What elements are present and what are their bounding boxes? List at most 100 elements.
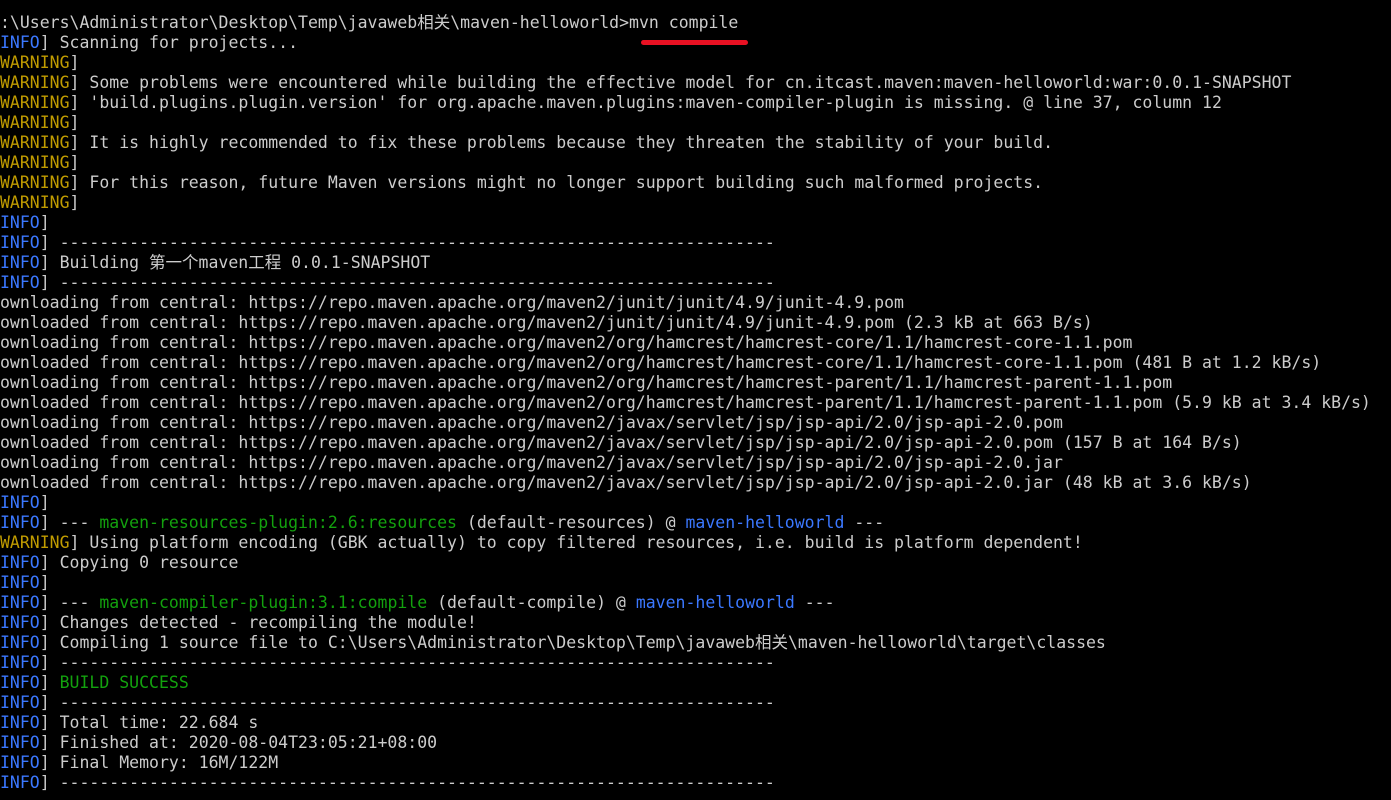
info-tag: INFO bbox=[0, 673, 40, 692]
line-text: --- bbox=[844, 513, 885, 532]
line-text: ] Using platform encoding (GBK actually)… bbox=[69, 533, 1083, 552]
terminal-line: INFO] bbox=[0, 573, 1391, 593]
terminal-line: ownloading from central: https://repo.ma… bbox=[0, 413, 1391, 433]
info-tag: INFO bbox=[0, 613, 40, 632]
warning-tag: WARNING bbox=[0, 533, 70, 552]
info-tag: INFO bbox=[0, 633, 40, 652]
line-text: ownloading from central: https://repo.ma… bbox=[0, 293, 904, 312]
terminal-line: ownloading from central: https://repo.ma… bbox=[0, 333, 1391, 353]
terminal-line: INFO] bbox=[0, 493, 1391, 513]
terminal-line: ownloaded from central: https://repo.mav… bbox=[0, 473, 1391, 493]
terminal-line: INFO] Finished at: 2020-08-04T23:05:21+0… bbox=[0, 733, 1391, 753]
terminal-line: INFO] Copying 0 resource bbox=[0, 553, 1391, 573]
warning-tag: WARNING bbox=[0, 113, 70, 132]
line-text: ownloaded from central: https://repo.mav… bbox=[0, 353, 1322, 372]
line-text: ] Compiling 1 source file to C:\Users\Ad… bbox=[39, 633, 1106, 652]
project-name-text: maven-helloworld bbox=[635, 593, 795, 612]
line-text: ownloading from central: https://repo.ma… bbox=[0, 413, 1063, 432]
terminal-line: INFO] ----------------------------------… bbox=[0, 693, 1391, 713]
info-tag: INFO bbox=[0, 573, 40, 592]
line-text: ] --- bbox=[39, 513, 100, 532]
terminal-line: WARNING] bbox=[0, 193, 1391, 213]
terminal-line: WARNING] Some problems were encountered … bbox=[0, 73, 1391, 93]
warning-tag: WARNING bbox=[0, 73, 70, 92]
terminal-line: ownloaded from central: https://repo.mav… bbox=[0, 313, 1391, 333]
line-text: ownloading from central: https://repo.ma… bbox=[0, 333, 1133, 352]
highlight-green-text: BUILD SUCCESS bbox=[59, 673, 189, 692]
line-text: ownloaded from central: https://repo.mav… bbox=[0, 473, 1252, 492]
line-text: ] It is highly recommended to fix these … bbox=[69, 133, 1053, 152]
line-text: ] --------------------------------------… bbox=[39, 233, 775, 252]
info-tag: INFO bbox=[0, 213, 40, 232]
info-tag: INFO bbox=[0, 273, 40, 292]
terminal-line: INFO] Compiling 1 source file to C:\User… bbox=[0, 633, 1391, 653]
info-tag: INFO bbox=[0, 513, 40, 532]
warning-tag: WARNING bbox=[0, 93, 70, 112]
line-text: ] bbox=[69, 193, 80, 212]
terminal-line: WARNING] It is highly recommended to fix… bbox=[0, 133, 1391, 153]
warning-tag: WARNING bbox=[0, 153, 70, 172]
line-text: ] Scanning for projects... bbox=[39, 33, 299, 52]
line-text: ] --------------------------------------… bbox=[39, 273, 775, 292]
info-tag: INFO bbox=[0, 233, 40, 252]
command-highlight-underline bbox=[641, 40, 748, 45]
terminal-line: INFO] ----------------------------------… bbox=[0, 273, 1391, 293]
terminal-output: :\Users\Administrator\Desktop\Temp\javaw… bbox=[0, 13, 1391, 793]
terminal-window[interactable]: :\Users\Administrator\Desktop\Temp\javaw… bbox=[0, 0, 1391, 800]
terminal-line: ownloaded from central: https://repo.mav… bbox=[0, 433, 1391, 453]
line-text: ] Building 第一个maven工程 0.0.1-SNAPSHOT bbox=[39, 253, 431, 272]
highlight-green-text: maven-resources-plugin:2.6:resources bbox=[99, 513, 457, 532]
line-text: ] bbox=[39, 213, 50, 232]
line-text: ] Finished at: 2020-08-04T23:05:21+08:00 bbox=[39, 733, 438, 752]
line-text: ] Changes detected - recompiling the mod… bbox=[39, 613, 477, 632]
line-text: ] Final Memory: 16M/122M bbox=[39, 753, 279, 772]
terminal-line: INFO] --- maven-resources-plugin:2.6:res… bbox=[0, 513, 1391, 533]
line-text: ownloading from central: https://repo.ma… bbox=[0, 453, 1063, 472]
info-tag: INFO bbox=[0, 713, 40, 732]
line-text: ownloaded from central: https://repo.mav… bbox=[0, 393, 1371, 412]
warning-tag: WARNING bbox=[0, 53, 70, 72]
info-tag: INFO bbox=[0, 33, 40, 52]
line-text: ] bbox=[39, 573, 50, 592]
warning-tag: WARNING bbox=[0, 193, 70, 212]
line-text: :\Users\Administrator\Desktop\Temp\javaw… bbox=[0, 13, 739, 32]
line-text: ] --- bbox=[39, 593, 100, 612]
terminal-line: INFO] Total time: 22.684 s bbox=[0, 713, 1391, 733]
line-text: ] bbox=[69, 113, 80, 132]
terminal-line: ownloading from central: https://repo.ma… bbox=[0, 453, 1391, 473]
line-text: ] bbox=[39, 493, 50, 512]
line-text: (default-compile) @ bbox=[427, 593, 636, 612]
terminal-line: WARNING] bbox=[0, 153, 1391, 173]
terminal-line: :\Users\Administrator\Desktop\Temp\javaw… bbox=[0, 13, 1391, 33]
info-tag: INFO bbox=[0, 733, 40, 752]
info-tag: INFO bbox=[0, 253, 40, 272]
terminal-line: INFO] Changes detected - recompiling the… bbox=[0, 613, 1391, 633]
line-text: ownloaded from central: https://repo.mav… bbox=[0, 313, 1093, 332]
terminal-line: INFO] Building 第一个maven工程 0.0.1-SNAPSHOT bbox=[0, 253, 1391, 273]
info-tag: INFO bbox=[0, 753, 40, 772]
line-text: ] For this reason, future Maven versions… bbox=[69, 173, 1044, 192]
line-text: ownloaded from central: https://repo.mav… bbox=[0, 433, 1242, 452]
line-text: ] bbox=[69, 153, 80, 172]
info-tag: INFO bbox=[0, 493, 40, 512]
terminal-line: ownloaded from central: https://repo.mav… bbox=[0, 393, 1391, 413]
warning-tag: WARNING bbox=[0, 133, 70, 152]
terminal-line: WARNING] bbox=[0, 53, 1391, 73]
line-text: ] Total time: 22.684 s bbox=[39, 713, 259, 732]
terminal-line: INFO] Final Memory: 16M/122M bbox=[0, 753, 1391, 773]
line-text: ] bbox=[39, 673, 60, 692]
line-text: ] Copying 0 resource bbox=[39, 553, 239, 572]
terminal-line: INFO] BUILD SUCCESS bbox=[0, 673, 1391, 693]
line-text: --- bbox=[794, 593, 835, 612]
info-tag: INFO bbox=[0, 553, 40, 572]
line-text: ] 'build.plugins.plugin.version' for org… bbox=[69, 93, 1222, 112]
info-tag: INFO bbox=[0, 773, 40, 792]
line-text: ] Some problems were encountered while b… bbox=[69, 73, 1292, 92]
line-text: ] bbox=[69, 53, 80, 72]
terminal-line: INFO] bbox=[0, 213, 1391, 233]
highlight-green-text: maven-compiler-plugin:3.1:compile bbox=[99, 593, 428, 612]
line-text: ] --------------------------------------… bbox=[39, 773, 775, 792]
info-tag: INFO bbox=[0, 693, 40, 712]
line-text: (default-resources) @ bbox=[456, 513, 686, 532]
terminal-line: INFO] --- maven-compiler-plugin:3.1:comp… bbox=[0, 593, 1391, 613]
